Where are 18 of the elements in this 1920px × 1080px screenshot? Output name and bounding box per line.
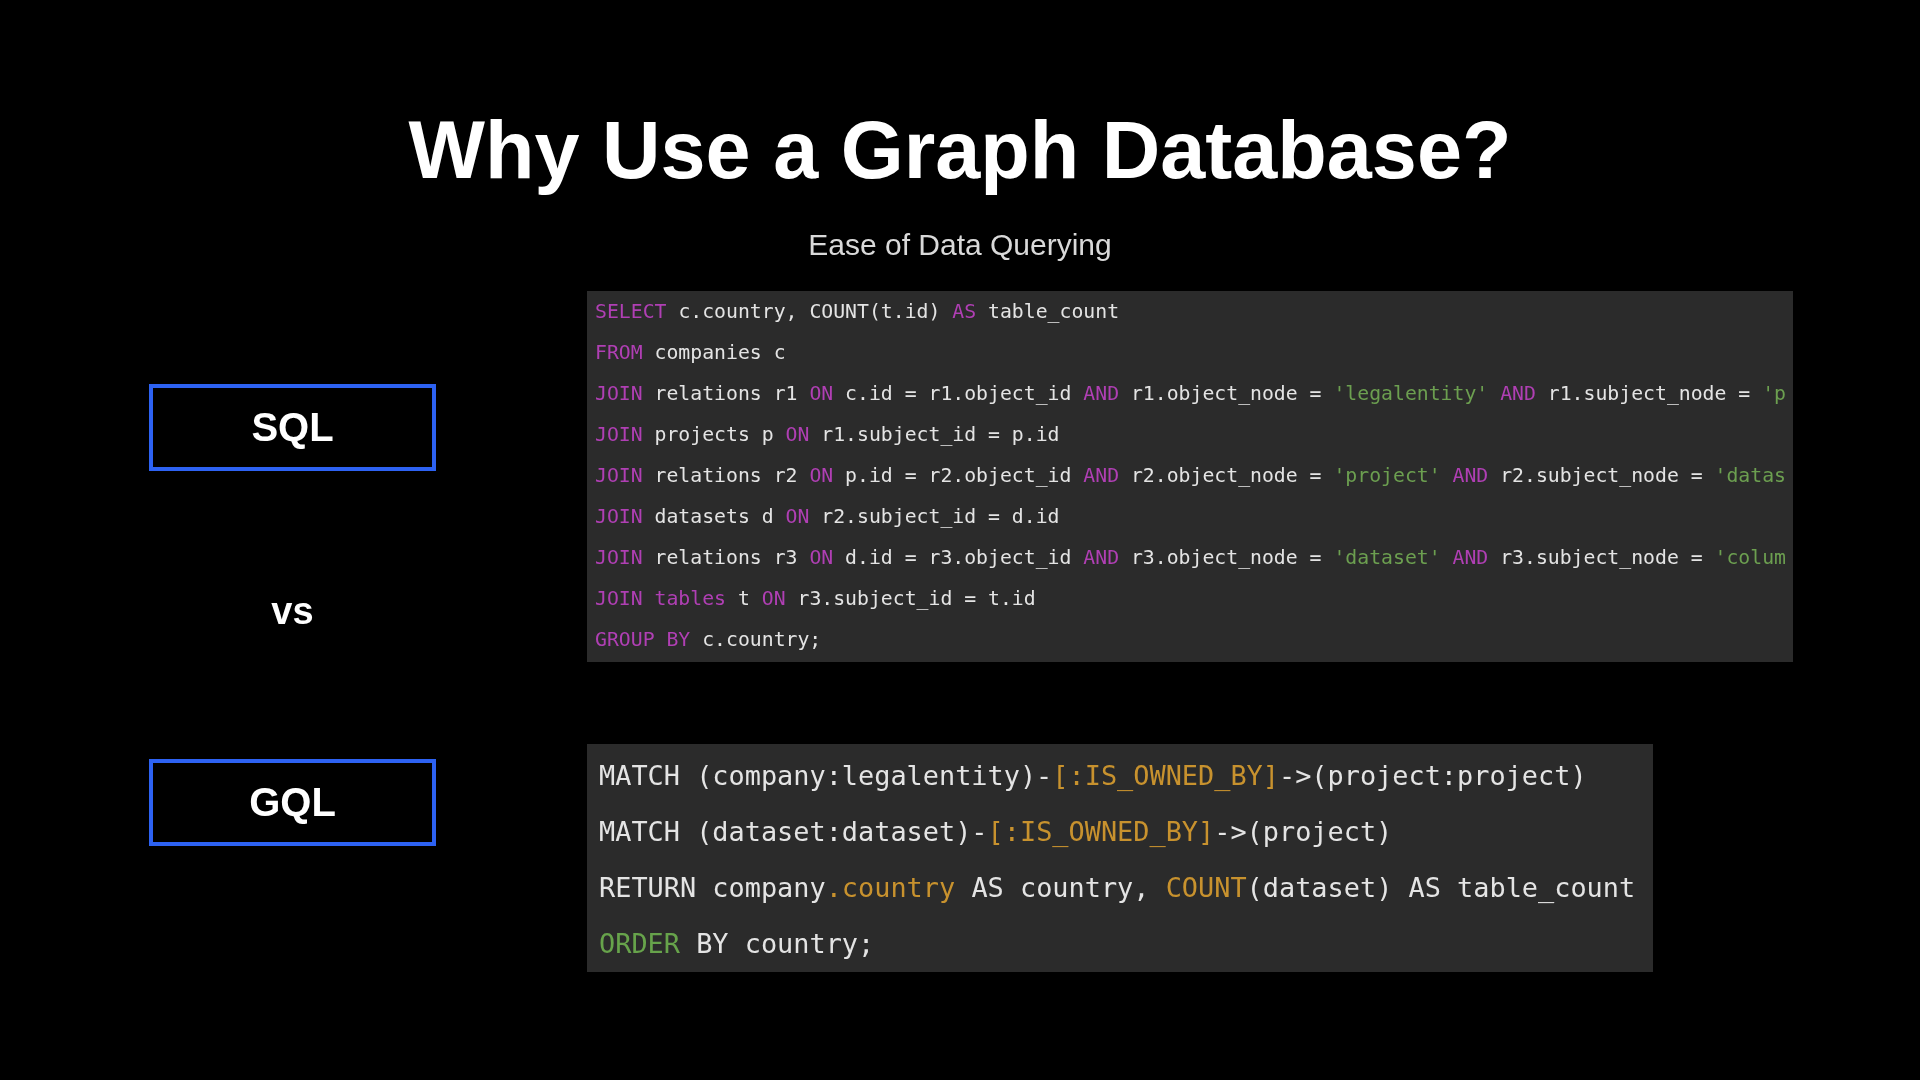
language-label: GQL [149,759,436,846]
language-label: SQL [149,384,436,471]
code-line: GROUP BY c.country; [595,627,822,653]
code-line: SELECT c.country, COUNT(t.id) AS table_count [595,299,1120,325]
slide-subtitle: Ease of Data Querying [808,227,1112,263]
code-line: JOIN datasets d ON r2.subject_id = d.id [595,504,1060,530]
code-line: ORDER BY country; [599,927,875,961]
versus-text: vs [271,589,314,634]
slide-title: Why Use a Graph Database? [408,104,1512,197]
code-line: MATCH (dataset:dataset)-[:IS_OWNED_BY]->(project) [599,815,1393,849]
code-line: FROM companies c [595,340,786,366]
code-line: MATCH (company:legalentity)-[:IS_OWNED_BY]->(project:project) [599,759,1587,793]
code-line: JOIN relations r2 ON p.id = r2.object_id AND r2.object_node = 'project' AND r2.subject_node = 'datas [595,463,1786,489]
code-line: JOIN relations r1 ON c.id = r1.object_id AND r1.object_node = 'legalentity' AND r1.subject_node = 'p [595,381,1786,407]
code-line: JOIN projects p ON r1.subject_id = p.id [595,422,1060,448]
code-line: JOIN relations r3 ON d.id = r3.object_id AND r3.object_node = 'dataset' AND r3.subject_node = 'colum [595,545,1786,571]
code-line: RETURN company.country AS country, COUNT(dataset) AS table_count [599,871,1636,905]
code-line: JOIN tables t ON r3.subject_id = t.id [595,586,1036,612]
